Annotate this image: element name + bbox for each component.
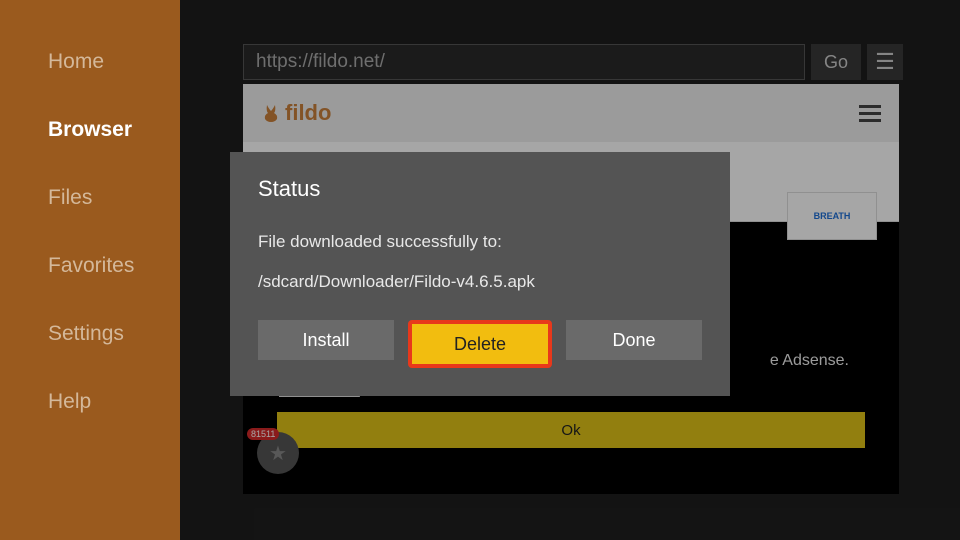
sidebar-item-settings[interactable]: Settings [48, 322, 180, 346]
dialog-title: Status [258, 176, 702, 202]
delete-highlight: Delete [408, 320, 552, 368]
sidebar-item-favorites[interactable]: Favorites [48, 254, 180, 278]
sidebar-item-browser[interactable]: Browser [48, 118, 180, 142]
delete-button[interactable]: Delete [412, 324, 548, 364]
sidebar: Home Browser Files Favorites Settings He… [0, 0, 180, 540]
sidebar-item-help[interactable]: Help [48, 390, 180, 414]
done-button[interactable]: Done [566, 320, 702, 360]
status-dialog: Status File downloaded successfully to: … [230, 152, 730, 396]
sidebar-item-files[interactable]: Files [48, 186, 180, 210]
install-button[interactable]: Install [258, 320, 394, 360]
dialog-message: File downloaded successfully to: [258, 232, 702, 252]
dialog-button-row: Install Delete Done [258, 320, 702, 368]
sidebar-item-home[interactable]: Home [48, 50, 180, 74]
dialog-path: /sdcard/Downloader/Fildo-v4.6.5.apk [258, 272, 702, 292]
